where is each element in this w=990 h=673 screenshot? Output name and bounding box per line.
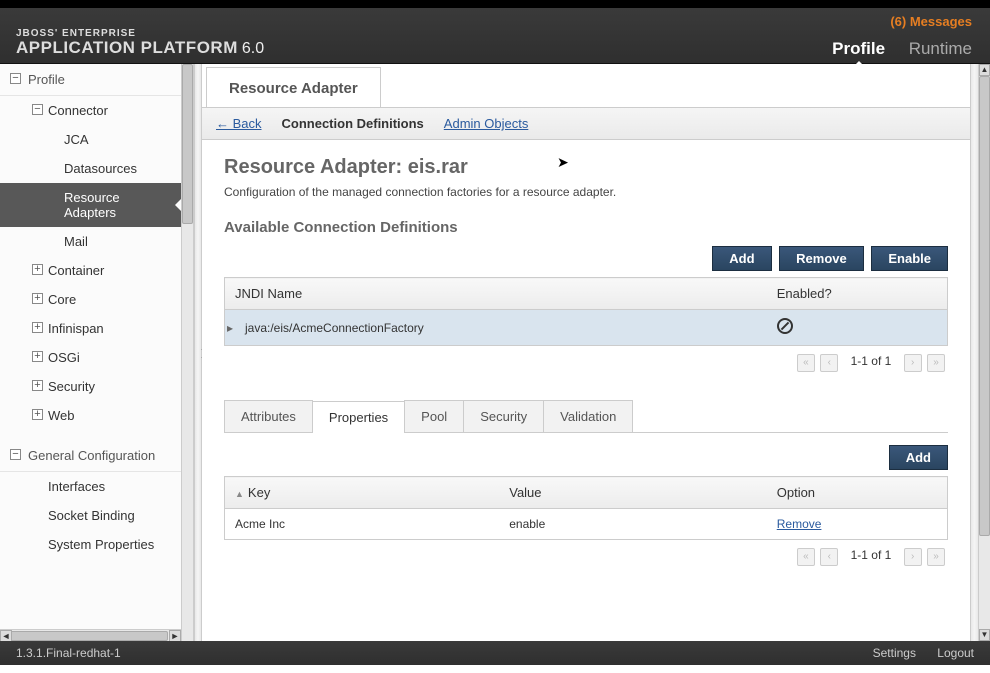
scroll-down-icon[interactable]: ▼ xyxy=(979,629,990,641)
sub-tab-strip: Attributes Properties Pool Security Vali… xyxy=(224,400,948,433)
main-tab-strip: Resource Adapter xyxy=(202,64,970,108)
sidebar-item-core[interactable]: +Core xyxy=(0,285,181,314)
sidebar-item-jca[interactable]: JCA xyxy=(0,125,181,154)
collapse-icon[interactable]: − xyxy=(10,73,21,84)
brand-logo: JBOSS' ENTERPRISE APPLICATION PLATFORM6.… xyxy=(16,29,264,57)
pager-first-icon[interactable]: « xyxy=(797,354,815,372)
sidebar: − Profile − Connector JCA Datasources Re… xyxy=(0,64,194,641)
tab-security[interactable]: Security xyxy=(463,400,544,432)
breadcrumb: ← Back Connection Definitions Admin Obje… xyxy=(202,108,970,140)
page-description: Configuration of the managed connection … xyxy=(224,185,948,199)
pager-last-icon[interactable]: » xyxy=(927,548,945,566)
sidebar-h-scrollbar[interactable]: ◄ ► xyxy=(0,629,181,641)
right-splitter-handle[interactable]: ⋮⋮ xyxy=(970,64,978,641)
tab-pool[interactable]: Pool xyxy=(404,400,464,432)
nav-runtime[interactable]: Runtime xyxy=(909,39,972,58)
footer-bar: 1.3.1.Final-redhat-1 Settings Logout xyxy=(0,641,990,665)
sidebar-v-scrollbar[interactable] xyxy=(181,64,193,641)
sidebar-item-osgi[interactable]: +OSGi xyxy=(0,343,181,372)
col-value[interactable]: Value xyxy=(499,477,767,509)
sidebar-item-infinispan[interactable]: +Infinispan xyxy=(0,314,181,343)
pager-prev-icon[interactable]: ‹ xyxy=(820,548,838,566)
tab-resource-adapter[interactable]: Resource Adapter xyxy=(206,67,381,107)
connection-definitions-table: JNDI Name Enabled? ▸ java:/eis/AcmeConnec… xyxy=(224,277,948,346)
page-title: Resource Adapter: eis.rar xyxy=(224,156,948,179)
table-row[interactable]: ▸ java:/eis/AcmeConnectionFactory xyxy=(225,310,948,346)
table1-pager: « ‹ 1-1 of 1 › » xyxy=(224,346,948,380)
content-v-scrollbar[interactable]: ▲ ▼ xyxy=(978,64,990,641)
remove-button[interactable]: Remove xyxy=(779,246,864,271)
tab-properties[interactable]: Properties xyxy=(312,401,405,433)
expand-icon[interactable]: + xyxy=(32,264,43,275)
expand-icon[interactable]: + xyxy=(32,380,43,391)
tab-validation[interactable]: Validation xyxy=(543,400,633,432)
sidebar-item-connector[interactable]: − Connector xyxy=(0,96,181,125)
brand-version: 6.0 xyxy=(242,40,264,57)
cell-key: Acme Inc xyxy=(225,509,500,540)
sidebar-item-container[interactable]: +Container xyxy=(0,256,181,285)
content-area: Resource Adapter ← Back Connection Defin… xyxy=(202,64,990,641)
table-row[interactable]: Acme Inc enable Remove xyxy=(225,509,948,540)
sidebar-section-profile[interactable]: − Profile xyxy=(0,64,181,96)
back-link[interactable]: ← Back xyxy=(216,116,262,131)
crumb-connection-definitions[interactable]: Connection Definitions xyxy=(282,116,424,131)
sidebar-item-web[interactable]: +Web xyxy=(0,401,181,430)
table2-pager: « ‹ 1-1 of 1 › » xyxy=(224,540,948,574)
scroll-left-icon[interactable]: ◄ xyxy=(0,630,12,642)
tab-attributes[interactable]: Attributes xyxy=(224,400,313,432)
collapse-icon[interactable]: − xyxy=(10,449,21,460)
brand-line2: APPLICATION PLATFORM xyxy=(16,38,238,57)
add-button[interactable]: Add xyxy=(712,246,771,271)
logout-link[interactable]: Logout xyxy=(937,646,974,660)
add-property-button[interactable]: Add xyxy=(889,445,948,470)
cell-enabled xyxy=(767,310,948,346)
scroll-right-icon[interactable]: ► xyxy=(169,630,181,642)
sidebar-item-datasources[interactable]: Datasources xyxy=(0,154,181,183)
section-title: Available Connection Definitions xyxy=(224,219,948,236)
remove-property-link[interactable]: Remove xyxy=(777,517,822,531)
sidebar-item-interfaces[interactable]: Interfaces xyxy=(0,472,181,501)
header-bar: JBOSS' ENTERPRISE APPLICATION PLATFORM6.… xyxy=(0,8,990,64)
expand-icon[interactable]: + xyxy=(32,409,43,420)
row-pointer-icon: ▸ xyxy=(227,321,233,335)
crumb-admin-objects[interactable]: Admin Objects xyxy=(444,116,529,131)
footer-version: 1.3.1.Final-redhat-1 xyxy=(16,646,121,660)
messages-link[interactable]: (6) Messages xyxy=(812,14,972,29)
cell-jndi: java:/eis/AcmeConnectionFactory xyxy=(245,321,424,335)
pager-next-icon[interactable]: › xyxy=(904,354,922,372)
sidebar-item-system-properties[interactable]: System Properties xyxy=(0,530,181,559)
sidebar-item-socket-binding[interactable]: Socket Binding xyxy=(0,501,181,530)
col-jndi-name[interactable]: JNDI Name xyxy=(225,278,767,310)
sort-asc-icon: ▲ xyxy=(235,489,244,499)
sidebar-section-general[interactable]: − General Configuration xyxy=(0,440,181,472)
col-key[interactable]: ▲Key xyxy=(225,477,500,509)
cell-value: enable xyxy=(499,509,767,540)
col-enabled[interactable]: Enabled? xyxy=(767,278,948,310)
pager-next-icon[interactable]: › xyxy=(904,548,922,566)
scroll-up-icon[interactable]: ▲ xyxy=(979,64,990,76)
pager-prev-icon[interactable]: ‹ xyxy=(820,354,838,372)
disabled-icon xyxy=(777,318,793,334)
col-option[interactable]: Option xyxy=(767,477,948,509)
pager-last-icon[interactable]: » xyxy=(927,354,945,372)
properties-table: ▲Key Value Option Acme Inc enable Remove xyxy=(224,476,948,540)
collapse-icon[interactable]: − xyxy=(32,104,43,115)
sidebar-item-mail[interactable]: Mail xyxy=(0,227,181,256)
sidebar-item-resource-adapters[interactable]: Resource Adapters xyxy=(0,183,181,227)
pager-text: 1-1 of 1 xyxy=(851,548,892,562)
pager-text: 1-1 of 1 xyxy=(851,354,892,368)
expand-icon[interactable]: + xyxy=(32,293,43,304)
pager-first-icon[interactable]: « xyxy=(797,548,815,566)
enable-button[interactable]: Enable xyxy=(871,246,948,271)
nav-profile[interactable]: Profile xyxy=(832,39,885,58)
settings-link[interactable]: Settings xyxy=(873,646,916,660)
expand-icon[interactable]: + xyxy=(32,322,43,333)
sidebar-item-security[interactable]: +Security xyxy=(0,372,181,401)
splitter-handle[interactable]: ⋮⋮ xyxy=(194,64,202,641)
expand-icon[interactable]: + xyxy=(32,351,43,362)
